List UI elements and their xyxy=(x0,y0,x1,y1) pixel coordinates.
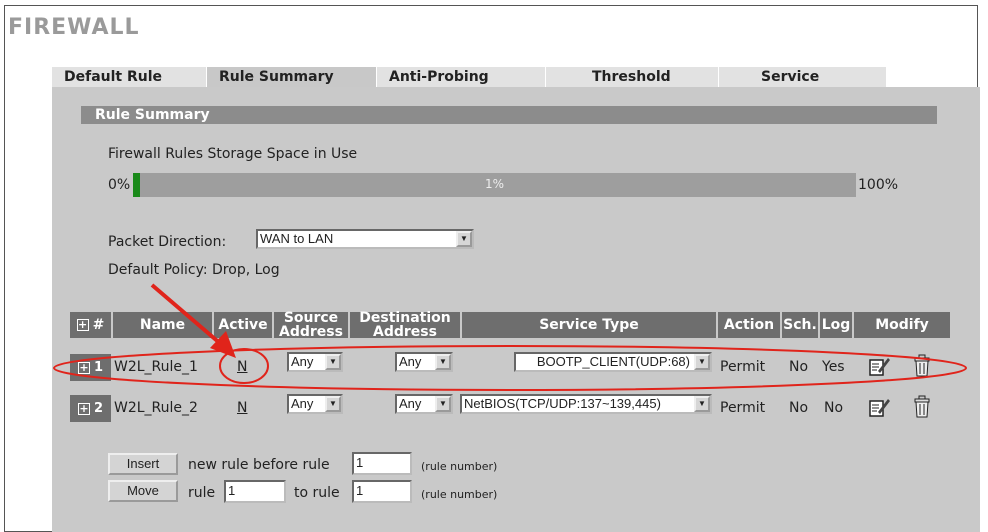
move-text-rule: rule xyxy=(188,485,216,501)
insert-hint: (rule number) xyxy=(421,460,498,473)
row-highlight-ellipse xyxy=(53,345,967,391)
move-to-input[interactable]: 1 xyxy=(352,480,412,503)
move-text-to-rule: to rule xyxy=(294,485,340,501)
move-from-input[interactable]: 1 xyxy=(224,480,286,503)
move-button[interactable]: Move xyxy=(108,480,178,502)
insert-rule-input[interactable]: 1 xyxy=(352,452,412,475)
move-hint: (rule number) xyxy=(421,488,498,501)
insert-text: new rule before rule xyxy=(188,457,330,473)
insert-button[interactable]: Insert xyxy=(108,453,178,475)
annotation-arrow-head xyxy=(210,331,236,358)
annotation-arrow-shaft xyxy=(150,283,224,347)
